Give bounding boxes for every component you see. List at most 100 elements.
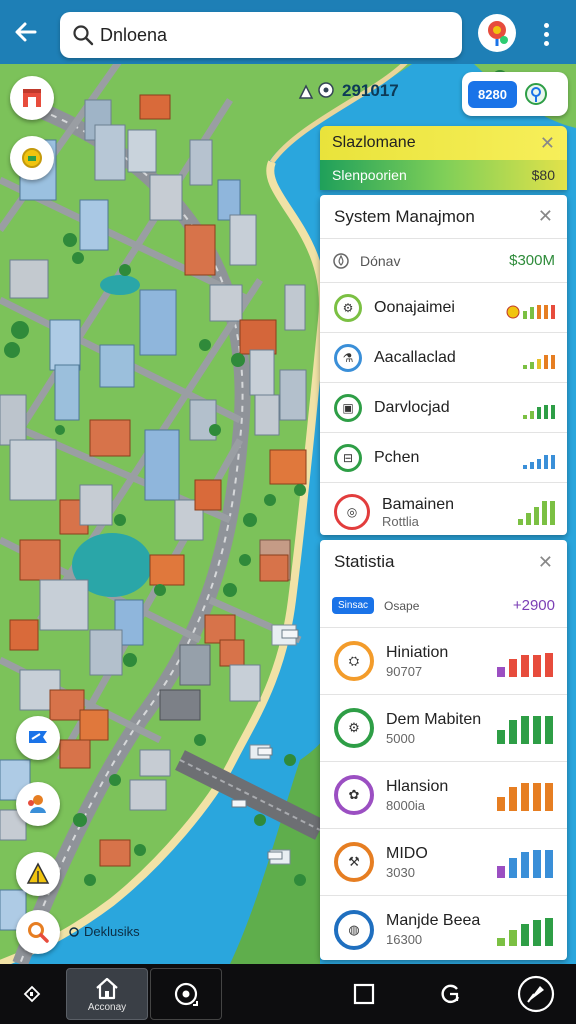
coordinate-value: 291017 <box>342 81 399 100</box>
build-button[interactable] <box>16 852 60 896</box>
system-item-icon: ▣ <box>334 393 362 422</box>
system-item-bars <box>523 397 555 419</box>
nav-home-label: Acconay <box>87 1001 127 1013</box>
station-banner[interactable]: Slazlomane ✕ Slenpoorien $80 <box>320 126 567 190</box>
station-value: $80 <box>531 167 555 183</box>
drop-icon <box>333 252 349 269</box>
stats-item[interactable]: ✿ Hlansion 8000ia <box>320 762 567 829</box>
stats-item-label: Hiniation 90707 <box>386 644 497 679</box>
system-item-title: Bamainen <box>382 495 455 513</box>
stats-item-icon: ⚙ <box>334 708 374 748</box>
stats-item-title: Dem Mabiten <box>386 710 482 728</box>
close-icon[interactable]: ✕ <box>538 552 553 573</box>
system-item[interactable]: ◎ Bamainen Rottlia <box>320 483 567 535</box>
character-button[interactable] <box>16 782 60 826</box>
system-item-icon: ⊟ <box>334 443 362 472</box>
system-item-icon: ⚗ <box>334 343 362 372</box>
refresh-icon <box>441 984 460 1004</box>
stats-item-label: MIDO 3030 <box>386 845 497 880</box>
home-icon <box>96 977 118 999</box>
system-item[interactable]: ▣ Darvlocjad <box>320 383 567 433</box>
score-value: 8280 <box>468 80 517 108</box>
system-item-icon: ⚙ <box>334 293 362 322</box>
nav-square-button[interactable] <box>344 968 384 1020</box>
stats-item-icon: ⛭ <box>334 641 374 681</box>
system-item-label: Pchen <box>374 448 420 466</box>
stats-item-label: Dem Mabiten 5000 <box>386 711 497 746</box>
stats-item-bars <box>497 712 553 744</box>
system-item-bars <box>518 499 555 525</box>
close-icon[interactable]: ✕ <box>540 133 555 154</box>
compass-icon <box>517 975 555 1013</box>
system-summary-label: Dónav <box>360 252 401 269</box>
stats-item-sub: 90707 <box>386 663 423 679</box>
locate-icon[interactable] <box>523 81 549 107</box>
system-panel-header: System Manajmon ✕ <box>320 195 567 239</box>
system-item-label: Aacallaclad <box>374 348 456 366</box>
stats-item-icon: ⚒ <box>334 842 374 882</box>
nav-refresh-button[interactable] <box>430 968 470 1020</box>
system-item[interactable]: ⚙ Oonajaimei <box>320 283 567 333</box>
stats-item[interactable]: ⚙ Dem Mabiten 5000 <box>320 695 567 762</box>
close-icon[interactable]: ✕ <box>538 206 553 227</box>
station-title: Slazlomane <box>332 134 416 151</box>
stats-item[interactable]: ⛭ Hiniation 90707 <box>320 628 567 695</box>
system-item[interactable]: ⊟ Pchen <box>320 433 567 483</box>
system-item-label: Oonajaimei <box>374 298 455 316</box>
speaker-icon <box>23 985 41 1003</box>
score-chip[interactable]: 8280 <box>462 72 568 116</box>
map-label-text: Deklusiks <box>84 924 140 939</box>
back-button[interactable] <box>8 14 44 50</box>
stats-panel-header: Statistia ✕ <box>320 540 567 584</box>
map-location-label: Deklusiks <box>68 924 140 939</box>
top-app-bar: Dnloena <box>0 0 576 64</box>
character-icon <box>28 795 46 813</box>
system-item-bars <box>523 347 555 369</box>
system-item-label: Bamainen Rottlia <box>382 496 518 529</box>
system-item[interactable]: ⚗ Aacallaclad <box>320 333 567 383</box>
flag-button[interactable] <box>16 716 60 760</box>
coin-small-icon <box>506 305 520 318</box>
search-value: Dnloena <box>100 24 168 45</box>
stats-item-bars <box>497 846 553 878</box>
stats-item-sub: 8000ia <box>386 797 426 813</box>
shop-button[interactable] <box>10 76 54 120</box>
stats-item-bars <box>497 914 553 946</box>
stats-tag[interactable]: Sinsac <box>332 597 375 614</box>
magnifier-icon <box>28 922 49 943</box>
stats-item-label: Hlansion 8000ia <box>386 778 497 813</box>
system-item-bars <box>523 447 555 469</box>
coins-button[interactable] <box>10 136 54 180</box>
target-icon <box>69 926 79 937</box>
stats-item-sub: 16300 <box>386 932 423 947</box>
stats-summary-row: Sinsac Osape +2900 <box>320 584 567 628</box>
bottom-navigation: Acconay <box>0 964 576 1024</box>
system-summary-row: Dónav $300M <box>320 239 567 283</box>
stats-item-sub: 5000 <box>386 730 415 746</box>
stats-item-label: Manjde Beea 16300 <box>386 912 497 947</box>
stats-item-title: Hlansion <box>386 777 449 795</box>
stats-item-bars <box>497 645 553 677</box>
nav-camera-button[interactable] <box>150 968 222 1020</box>
nav-compass-button[interactable] <box>512 968 560 1020</box>
stats-summary-value: +2900 <box>512 597 555 614</box>
zoom-button[interactable] <box>16 910 60 954</box>
system-management-panel: System Manajmon ✕ Dónav $300M ⚙ Oonajaim… <box>320 195 567 535</box>
stats-item-sub: 3030 <box>386 864 415 880</box>
search-input[interactable]: Dnloena <box>60 12 462 58</box>
camera-rotate-icon <box>174 982 198 1006</box>
stats-item-title: Manjde Beea <box>386 912 481 929</box>
more-options-icon[interactable] <box>530 14 562 54</box>
map-pin-icon <box>488 21 508 46</box>
system-item-label: Darvlocjad <box>374 398 450 416</box>
system-summary-value: $300M <box>509 252 555 269</box>
nav-audio-button[interactable] <box>12 968 52 1020</box>
station-title-row: Slazlomane ✕ <box>320 126 567 160</box>
square-icon <box>353 983 375 1005</box>
stats-item[interactable]: ⚒ MIDO 3030 <box>320 829 567 896</box>
station-subtitle: Slenpoorien <box>332 167 407 183</box>
profile-avatar[interactable] <box>478 14 516 52</box>
nav-home-button[interactable]: Acconay <box>66 968 148 1020</box>
flag-icon <box>29 731 47 743</box>
stats-item[interactable]: ◍ Manjde Beea 16300 <box>320 896 567 960</box>
